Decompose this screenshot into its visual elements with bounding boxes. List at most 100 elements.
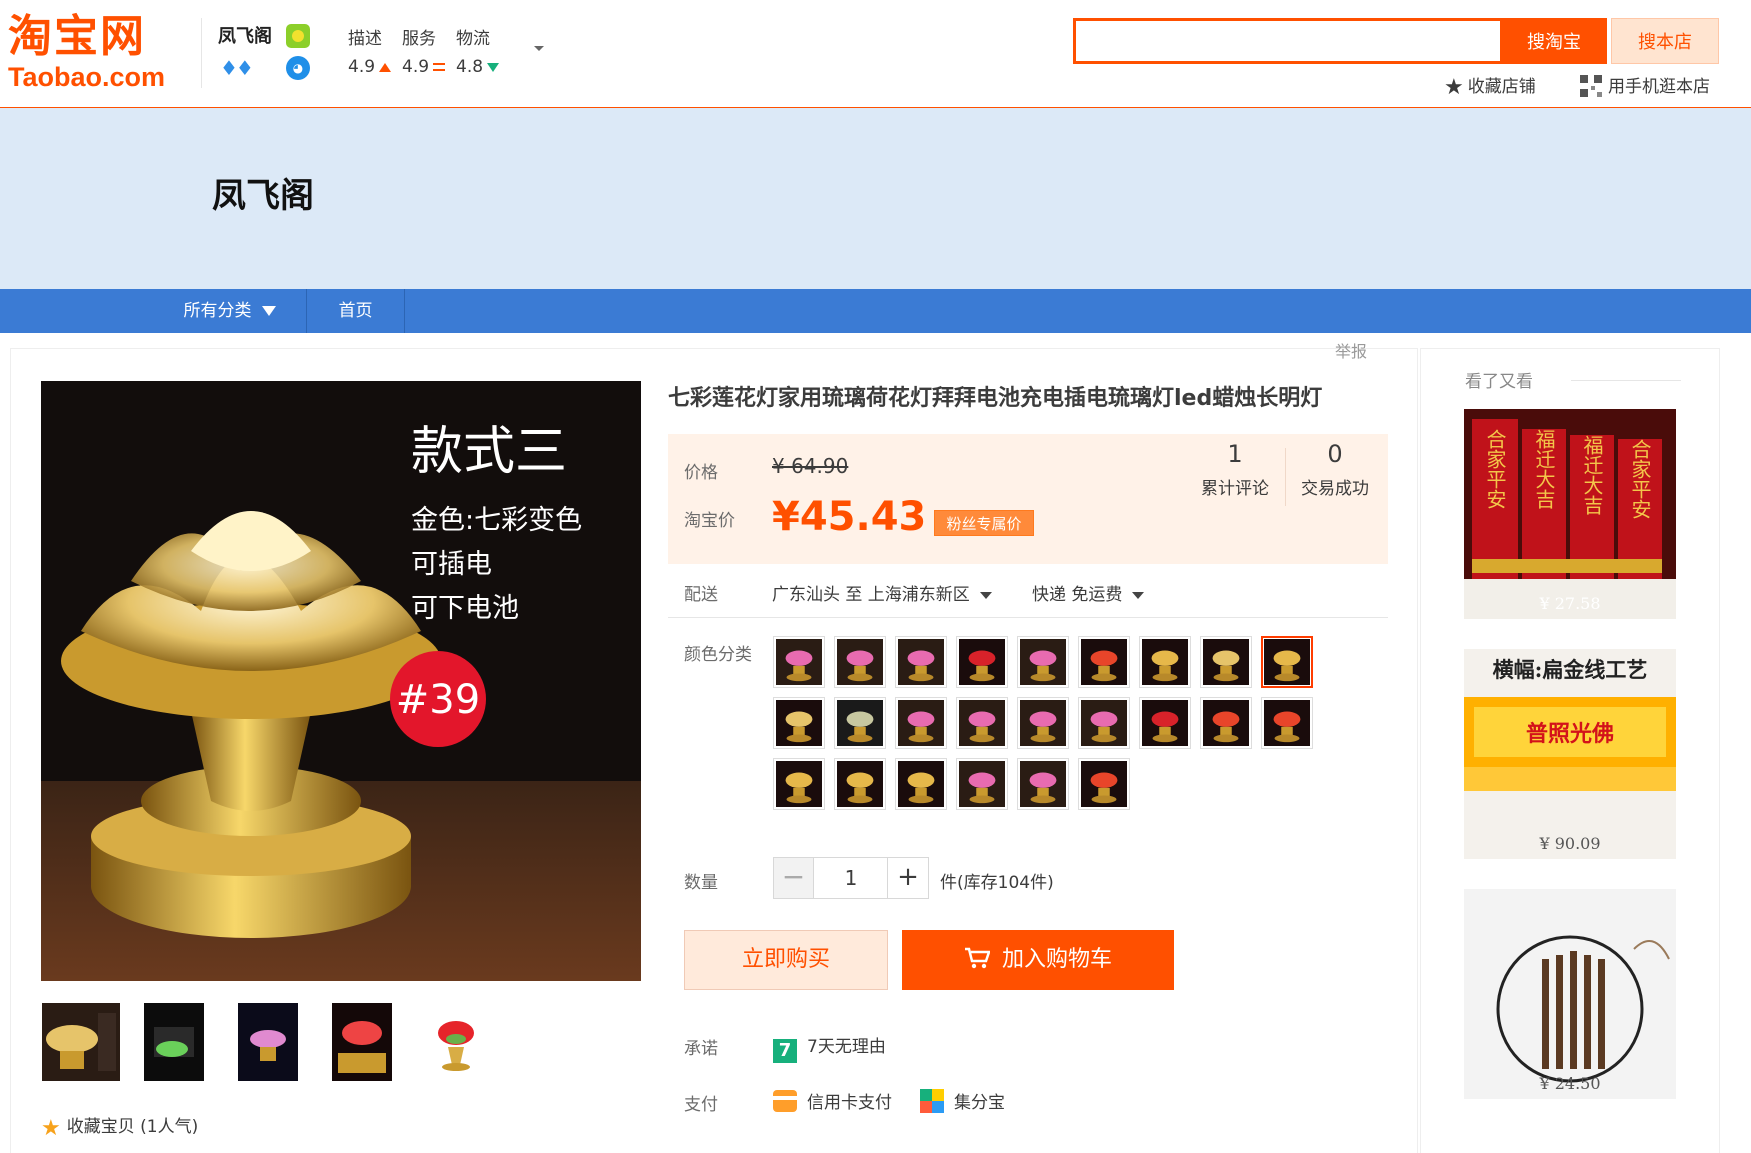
swatch-thumbnail (776, 639, 822, 685)
mobile-shop-label: 用手机逛本店 (1608, 77, 1710, 97)
color-swatch[interactable] (1139, 697, 1191, 749)
color-swatch[interactable] (1017, 758, 1069, 810)
banner-shop-title: 凤飞阁 (212, 176, 314, 216)
search-shop-button[interactable]: 搜本店 (1611, 18, 1719, 64)
favorite-shop-label: 收藏店铺 (1467, 77, 1536, 97)
color-swatch[interactable] (956, 636, 1008, 688)
swatch-thumbnail (1020, 639, 1066, 685)
recommend-item[interactable]: 合家平安 福迁大吉 福迁大吉 合家平安 ¥ 27.58 (1464, 409, 1676, 619)
add-to-cart-label: 加入购物车 (1001, 947, 1112, 972)
promise-7day[interactable]: 7 7天无理由 (773, 1032, 886, 1063)
thumbnail[interactable] (143, 1002, 204, 1081)
shop-info-mini[interactable]: 凤飞阁 ♦♦ ◕ (218, 22, 328, 82)
star-icon: ★ (1444, 75, 1464, 100)
color-swatch[interactable] (895, 758, 947, 810)
color-swatch[interactable] (773, 758, 825, 810)
color-swatch[interactable] (1078, 636, 1130, 688)
decrease-button[interactable]: − (774, 858, 814, 898)
color-swatch[interactable] (1200, 697, 1252, 749)
top-links: ★ 收藏店铺 用手机逛本店 (1444, 68, 1724, 100)
nav-home[interactable]: 首页 (307, 289, 405, 333)
price-panel: 价格 ¥ 64.90 淘宝价 ¥45.43 粉丝专属价 1 累计评论 0 交易成… (668, 434, 1388, 564)
add-to-cart-button[interactable]: 加入购物车 (902, 930, 1174, 990)
mobile-shop-link[interactable]: 用手机逛本店 (1580, 72, 1710, 97)
favorite-shop-link[interactable]: ★ 收藏店铺 (1444, 72, 1536, 100)
stat-caption: 累计评论 (1201, 479, 1269, 499)
color-swatch[interactable] (895, 636, 947, 688)
color-swatch[interactable] (773, 697, 825, 749)
color-swatch[interactable] (1017, 697, 1069, 749)
color-swatch[interactable] (956, 697, 1008, 749)
swatch-thumbnail (776, 761, 822, 807)
swatch-thumbnail (898, 700, 944, 746)
shop-ratings[interactable]: 描述 4.9 服务 4.9 物流 4.8 (348, 24, 558, 84)
color-swatch[interactable] (1200, 636, 1252, 688)
thumbnail[interactable] (425, 1002, 486, 1081)
top-header: 淘宝网 Taobao.com 凤飞阁 ♦♦ ◕ 描述 4.9 服务 4.9 物流… (0, 0, 1751, 108)
recommend-item[interactable]: 横幅:扁金线工艺 普照光佛 ¥ 90.09 (1464, 649, 1676, 859)
color-swatch[interactable] (1261, 697, 1313, 749)
color-swatch[interactable] (834, 758, 886, 810)
color-swatch[interactable] (1078, 697, 1130, 749)
color-swatch[interactable] (895, 697, 947, 749)
color-swatch[interactable] (834, 636, 886, 688)
thumbnail[interactable] (331, 1002, 392, 1081)
color-swatch[interactable] (834, 697, 886, 749)
color-swatch[interactable] (1261, 636, 1313, 688)
search-taobao-button[interactable]: 搜淘宝 (1501, 18, 1607, 64)
nav-all-categories[interactable]: 所有分类 (153, 289, 307, 333)
rec-decor-text: 合家平安 (1483, 429, 1507, 509)
rating-value: 4.9 (402, 57, 430, 77)
sidebar-heading: 看了又看 (1465, 372, 1533, 392)
price-label: 价格 (684, 463, 718, 483)
shop-name[interactable]: 凤飞阁 (218, 22, 328, 48)
seven-day-icon: 7 (773, 1039, 797, 1063)
divider (1571, 380, 1681, 381)
swatch-thumbnail (1142, 700, 1188, 746)
wangwang-icon[interactable]: ◕ (286, 56, 310, 80)
stock-text: 件(库存104件) (940, 873, 1054, 893)
seller-badge-icon (286, 24, 310, 48)
taobao-logo[interactable]: 淘宝网 Taobao.com (8, 14, 176, 93)
image-badge-text: #39 (396, 677, 480, 723)
main-product-image[interactable]: 款式三 金色:七彩变色 可插电 可下电池 #39 (41, 381, 641, 981)
product-title: 七彩莲花灯家用琉璃荷花灯拜拜电池充电插电琉璃灯led蜡烛长明灯 (668, 386, 1323, 411)
color-swatch[interactable] (1078, 758, 1130, 810)
swatch-thumbnail (1142, 639, 1188, 685)
swatch-thumbnail (959, 761, 1005, 807)
rating-label: 描述 (348, 29, 382, 49)
rating-logistics: 物流 4.8 (456, 24, 516, 77)
credit-card-payment[interactable]: 信用卡支付 (773, 1088, 892, 1113)
shipping-method[interactable]: 快递 免运费 (1032, 580, 1145, 605)
thumbnail-strip (41, 1002, 501, 1082)
increase-button[interactable]: + (887, 858, 928, 898)
chevron-down-icon[interactable] (534, 46, 544, 51)
jifenbao-payment[interactable]: 集分宝 (920, 1088, 1005, 1113)
original-price: ¥ 64.90 (772, 454, 849, 478)
search-input[interactable] (1073, 18, 1503, 64)
rec-image: 横幅:扁金线工艺 普照光佛 (1464, 649, 1676, 859)
swatch-thumbnail (1264, 639, 1310, 685)
buy-now-button[interactable]: 立即购买 (684, 930, 888, 990)
review-count[interactable]: 1 累计评论 (1185, 440, 1285, 499)
credit-card-icon (773, 1090, 797, 1112)
thumbnail[interactable] (237, 1002, 298, 1081)
color-swatch[interactable] (1017, 636, 1069, 688)
image-battery-text: 可下电池 (411, 593, 519, 624)
color-swatch[interactable] (956, 758, 1008, 810)
quantity-stepper: − 1 + (773, 857, 929, 899)
report-link[interactable]: 举报 (1335, 338, 1367, 362)
taobao-price-label: 淘宝价 (684, 511, 735, 531)
color-swatch[interactable] (1139, 636, 1191, 688)
swatch-thumbnail (898, 761, 944, 807)
rec-decor-text: 福迁大吉 (1532, 429, 1556, 509)
shipping-route[interactable]: 广东汕头 至 上海浦东新区 (772, 580, 992, 605)
color-swatch[interactable] (773, 636, 825, 688)
rec-decor-text: 横幅:扁金线工艺 (1493, 657, 1648, 682)
shipping-row: 配送 广东汕头 至 上海浦东新区 快递 免运费 (668, 576, 1388, 618)
favorite-item-link[interactable]: ★ 收藏宝贝 (1人气) (41, 1112, 198, 1141)
swatch-thumbnail (837, 700, 883, 746)
recommend-item[interactable]: ¥ 24.50 (1464, 889, 1676, 1099)
quantity-input[interactable]: 1 (815, 858, 887, 898)
thumbnail[interactable] (41, 1002, 120, 1081)
